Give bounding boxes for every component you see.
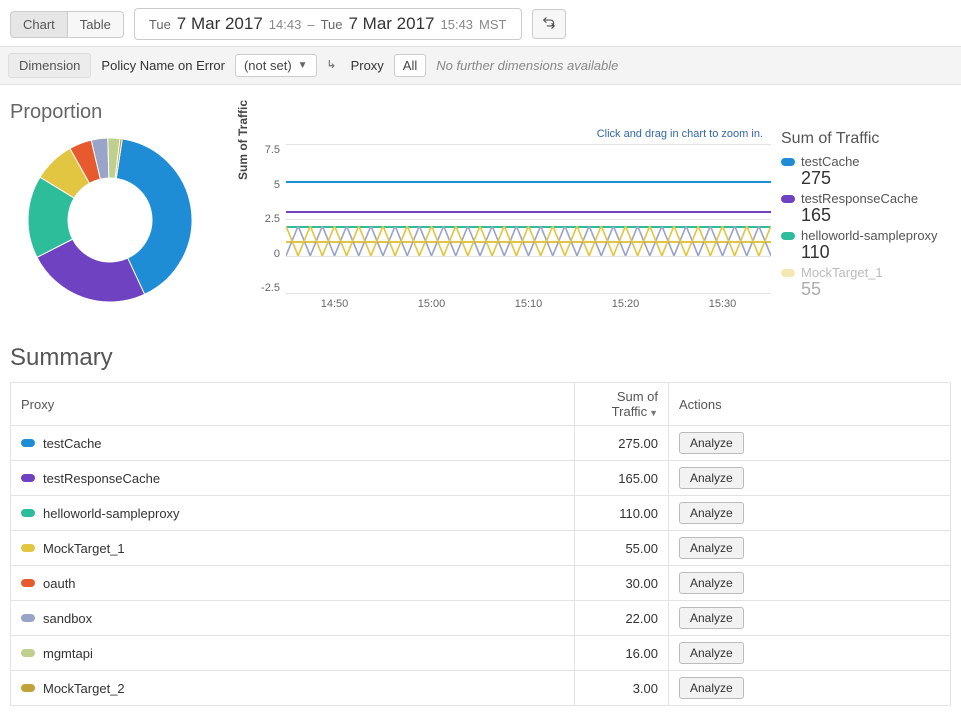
x-axis-ticks: 14:5015:0015:1015:2015:30 (286, 294, 771, 314)
chart-tab[interactable]: Chart (10, 11, 68, 38)
traffic-value: 275.00 (575, 426, 669, 461)
to-date: 7 Mar 2017 (349, 14, 435, 34)
timerange-picker[interactable]: Tue 7 Mar 2017 14:43 – Tue 7 Mar 2017 15… (134, 8, 522, 40)
legend-value: 110 (801, 243, 951, 261)
legend: Sum of Traffic testCache275 testResponseC… (781, 120, 951, 302)
summary-title: Summary (10, 344, 951, 372)
analyze-button[interactable]: Analyze (679, 572, 744, 594)
traffic-value: 30.00 (575, 566, 669, 601)
table-row: MockTarget_1 55.00 Analyze (11, 531, 951, 566)
dimension-primary: Policy Name on Error (101, 58, 225, 73)
col-traffic[interactable]: Sum of Traffic▼ (575, 383, 669, 426)
traffic-value: 110.00 (575, 496, 669, 531)
proxy-name: helloworld-sampleproxy (43, 506, 180, 521)
traffic-value: 165.00 (575, 461, 669, 496)
analyze-button[interactable]: Analyze (679, 432, 744, 454)
timezone: MST (479, 17, 506, 32)
series-testresponsecache (286, 211, 771, 213)
legend-swatch (781, 158, 795, 166)
no-more-dimensions: No further dimensions available (436, 58, 618, 73)
row-swatch (21, 439, 35, 447)
col-proxy[interactable]: Proxy (11, 383, 575, 426)
to-time: 15:43 (441, 17, 474, 32)
proxy-name: oauth (43, 576, 76, 591)
table-row: oauth 30.00 Analyze (11, 566, 951, 601)
table-row: helloworld-sampleproxy 110.00 Analyze (11, 496, 951, 531)
analyze-button[interactable]: Analyze (679, 502, 744, 524)
dimension-all-value: All (403, 58, 417, 73)
dimension-label: Dimension (8, 53, 91, 78)
chevron-down-icon: ▼ (298, 60, 308, 71)
table-row: sandbox 22.00 Analyze (11, 601, 951, 636)
legend-item[interactable]: testCache275 (781, 154, 951, 187)
proxy-name: testResponseCache (43, 471, 160, 486)
dimension-value: (not set) (244, 58, 292, 73)
dimension-secondary: Proxy (351, 58, 384, 73)
series-testcache (286, 181, 771, 183)
series-oscillate-b (286, 226, 771, 256)
from-day: Tue (149, 17, 171, 32)
dimension-value-selector[interactable]: (not set) ▼ (235, 54, 317, 77)
analyze-button[interactable]: Analyze (679, 642, 744, 664)
refresh-icon (542, 16, 556, 33)
legend-value: 165 (801, 206, 951, 224)
legend-value: 55 (801, 280, 951, 298)
legend-item[interactable]: helloworld-sampleproxy110 (781, 228, 951, 261)
legend-item[interactable]: testResponseCache165 (781, 191, 951, 224)
analyze-button[interactable]: Analyze (679, 537, 744, 559)
drill-icon (327, 58, 341, 73)
zoom-hint: Click and drag in chart to zoom in. (240, 128, 763, 140)
legend-item[interactable]: MockTarget_155 (781, 265, 951, 298)
proxy-name: MockTarget_2 (43, 681, 125, 696)
row-swatch (21, 614, 35, 622)
row-swatch (21, 509, 35, 517)
table-row: mgmtapi 16.00 Analyze (11, 636, 951, 671)
legend-value: 275 (801, 169, 951, 187)
proxy-name: testCache (43, 436, 102, 451)
proxy-name: MockTarget_1 (43, 541, 125, 556)
traffic-value: 3.00 (575, 671, 669, 706)
to-day: Tue (321, 17, 343, 32)
row-swatch (21, 579, 35, 587)
table-row: testCache 275.00 Analyze (11, 426, 951, 461)
table-row: testResponseCache 165.00 Analyze (11, 461, 951, 496)
proxy-name: sandbox (43, 611, 92, 626)
traffic-value: 55.00 (575, 531, 669, 566)
row-swatch (21, 684, 35, 692)
view-toggle[interactable]: Chart Table (10, 11, 124, 38)
legend-label: helloworld-sampleproxy (801, 228, 938, 243)
y-axis-label: Sum of Traffic (236, 100, 250, 180)
traffic-value: 16.00 (575, 636, 669, 671)
analyze-button[interactable]: Analyze (679, 467, 744, 489)
row-swatch (21, 474, 35, 482)
legend-label: testCache (801, 154, 860, 169)
traffic-line-chart[interactable]: Click and drag in chart to zoom in. Sum … (240, 120, 771, 314)
row-swatch (21, 649, 35, 657)
traffic-value: 22.00 (575, 601, 669, 636)
refresh-button[interactable] (532, 9, 566, 39)
legend-swatch (781, 195, 795, 203)
range-dash: – (307, 17, 314, 32)
dimension-all-selector[interactable]: All (394, 54, 426, 77)
proportion-donut[interactable] (10, 120, 230, 320)
row-swatch (21, 544, 35, 552)
analyze-button[interactable]: Analyze (679, 677, 744, 699)
analyze-button[interactable]: Analyze (679, 607, 744, 629)
table-row: MockTarget_2 3.00 Analyze (11, 671, 951, 706)
proxy-name: mgmtapi (43, 646, 93, 661)
plot-area[interactable] (286, 144, 771, 294)
from-time: 14:43 (269, 17, 302, 32)
from-date: 7 Mar 2017 (177, 14, 263, 34)
sort-desc-icon: ▼ (649, 408, 658, 418)
legend-swatch (781, 232, 795, 240)
col-actions: Actions (669, 383, 951, 426)
legend-title: Sum of Traffic (781, 130, 951, 148)
legend-label: MockTarget_1 (801, 265, 883, 280)
summary-table: Proxy Sum of Traffic▼ Actions testCache 2… (10, 382, 951, 706)
table-tab[interactable]: Table (68, 11, 124, 38)
legend-swatch (781, 269, 795, 277)
legend-label: testResponseCache (801, 191, 918, 206)
